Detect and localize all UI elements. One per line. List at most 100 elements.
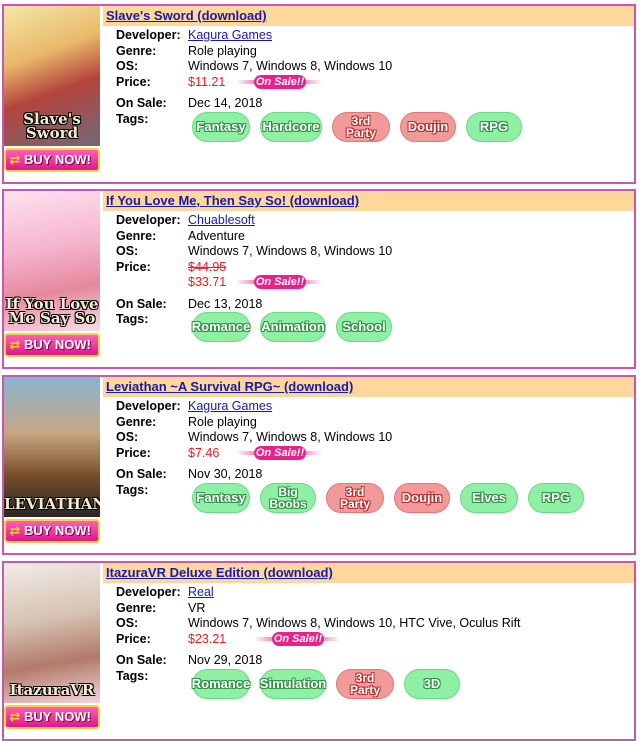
game-thumbnail[interactable]: If You Love Me Say So ⇄ BUY NOW! xyxy=(4,191,100,367)
on-sale-row: On Sale: Dec 13, 2018 xyxy=(116,297,634,313)
double-arrow-icon: ⇄ xyxy=(9,523,21,538)
on-sale-date: Dec 14, 2018 xyxy=(188,96,263,110)
game-title-link[interactable]: ItazuraVR Deluxe Edition (download) xyxy=(106,565,333,580)
tags-row: Tags: Romance Simulation 3rd Party 3D xyxy=(116,668,634,699)
game-info: Developer: Real Genre: VR OS: Windows 7, Wind… xyxy=(116,585,634,699)
tag-pill[interactable]: School xyxy=(336,312,392,342)
genre-value: VR xyxy=(188,600,206,615)
tag-text: Big Boobs xyxy=(269,484,307,511)
tag-pill[interactable]: Doujin xyxy=(394,482,450,513)
developer-row: Developer: Chuablesoft xyxy=(116,213,634,229)
tag-pill[interactable]: Simulation xyxy=(260,668,326,699)
field-label: Tags: xyxy=(116,312,149,326)
tag-pill[interactable]: Romance xyxy=(192,668,250,699)
tag-pill[interactable]: Fantasy xyxy=(192,482,250,513)
game-title-link[interactable]: Leviathan ~A Survival RPG~ (download) xyxy=(106,379,353,394)
game-thumbnail[interactable]: LEVIATHAN ⇄ BUY NOW! xyxy=(4,377,100,553)
tag-text: 3rd Party xyxy=(349,670,381,697)
cover-image[interactable]: Slave's Sword xyxy=(4,6,100,146)
sale-price-row: $33.71 On Sale!! xyxy=(116,275,634,291)
tag-pill[interactable]: 3D xyxy=(404,668,460,699)
field-label: Price: xyxy=(116,631,151,646)
developer-link[interactable]: Kagura Games xyxy=(188,28,272,44)
field-label: OS: xyxy=(116,616,139,630)
genre-row: Genre: Role playing xyxy=(116,415,634,431)
field-label: Genre: xyxy=(116,43,157,58)
os-row: OS: Windows 7, Windows 8, Windows 10 xyxy=(116,430,634,446)
double-arrow-icon: ⇄ xyxy=(9,152,21,167)
field-label: On Sale: xyxy=(116,296,167,311)
badge-label: On Sale!! xyxy=(254,445,306,460)
field-label: On Sale: xyxy=(116,96,167,110)
tag-pill[interactable]: Romance xyxy=(192,312,250,342)
os-value: Windows 7, Windows 8, Windows 10 xyxy=(188,59,393,73)
tag-pill[interactable]: Big Boobs xyxy=(260,482,316,513)
title-bar: If You Love Me, Then Say So! (download) xyxy=(103,191,634,211)
on-sale-date: Dec 13, 2018 xyxy=(188,296,263,311)
buy-now-button[interactable]: ⇄ BUY NOW! xyxy=(4,705,100,729)
game-thumbnail[interactable]: ItazuraVR ⇄ BUY NOW! xyxy=(4,563,100,739)
os-value: Windows 7, Windows 8, Windows 10 xyxy=(188,244,393,258)
tag-pill[interactable]: Elves xyxy=(460,482,518,513)
tag-pill[interactable]: 3rd Party xyxy=(326,482,384,513)
os-row: OS: Windows 7, Windows 8, Windows 10 xyxy=(116,59,634,75)
field-label: OS: xyxy=(116,244,139,258)
field-label: OS: xyxy=(116,59,139,73)
game-thumbnail[interactable]: Slave's Sword ⇄ BUY NOW! xyxy=(4,6,100,182)
tag-pill[interactable]: Fantasy xyxy=(192,111,250,142)
field-label: Developer: xyxy=(116,28,181,42)
tags-row: Tags: Fantasy Big Boobs 3rd Party Doujin Elves R… xyxy=(116,482,634,513)
buy-now-label: BUY NOW! xyxy=(24,337,91,352)
developer-link[interactable]: Real xyxy=(188,585,214,601)
price-row: Price: $23.21 On Sale!! xyxy=(116,631,634,648)
field-label: Genre: xyxy=(116,600,157,615)
tag-pill[interactable]: RPG xyxy=(528,482,584,513)
cover-image[interactable]: ItazuraVR xyxy=(4,563,100,703)
tag-pill[interactable]: RPG xyxy=(466,111,522,142)
developer-link[interactable]: Kagura Games xyxy=(188,399,272,415)
tag-pill[interactable]: Hardcore xyxy=(260,111,322,142)
on-sale-date: Nov 30, 2018 xyxy=(188,467,263,481)
developer-row: Developer: Real xyxy=(116,585,634,601)
buy-now-button[interactable]: ⇄ BUY NOW! xyxy=(4,519,100,543)
cover-title: If You Love Me Say So xyxy=(5,295,99,327)
tag-pill[interactable]: 3rd Party xyxy=(336,668,394,699)
badge-label: On Sale!! xyxy=(254,275,306,289)
original-price-row: Price: $44.95 xyxy=(116,260,634,276)
buy-now-label: BUY NOW! xyxy=(24,523,91,538)
tag-pill[interactable]: Animation xyxy=(260,312,326,342)
game-title-link[interactable]: If You Love Me, Then Say So! (download) xyxy=(106,193,359,208)
field-label: Tags: xyxy=(116,111,149,126)
cover-title: LEVIATHAN xyxy=(4,495,100,513)
original-price: $44.95 xyxy=(188,259,227,274)
buy-now-button[interactable]: ⇄ BUY NOW! xyxy=(4,333,100,357)
cover-image[interactable]: LEVIATHAN xyxy=(4,377,100,517)
field-label: Price: xyxy=(116,74,151,89)
on-sale-badge: On Sale!! xyxy=(236,445,322,460)
tag-pill[interactable]: Doujin xyxy=(400,111,456,142)
genre-row: Genre: Adventure xyxy=(116,229,634,245)
badge-label: On Sale!! xyxy=(272,631,324,646)
game-card: Slave's Sword ⇄ BUY NOW! Slave's Sword (dow… xyxy=(2,4,636,184)
game-title-link[interactable]: Slave's Sword (download) xyxy=(106,8,267,23)
buy-now-label: BUY NOW! xyxy=(24,709,91,724)
tag-pill[interactable]: 3rd Party xyxy=(332,111,390,142)
field-label: OS: xyxy=(116,430,139,444)
field-label: Genre: xyxy=(116,228,157,243)
on-sale-row: On Sale: Nov 30, 2018 xyxy=(116,467,634,483)
game-info: Developer: Kagura Games Genre: Role playing… xyxy=(116,399,634,513)
os-row: OS: Windows 7, Windows 8, Windows 10, HTC… xyxy=(116,616,634,632)
cover-image[interactable]: If You Love Me Say So xyxy=(4,191,100,331)
tag-text: 3rd Party xyxy=(339,484,371,511)
field-label: On Sale: xyxy=(116,467,167,481)
title-bar: Slave's Sword (download) xyxy=(103,6,634,26)
developer-link[interactable]: Chuablesoft xyxy=(188,213,255,229)
on-sale-badge: On Sale!! xyxy=(236,275,322,289)
field-label: Developer: xyxy=(116,213,181,227)
game-info: Developer: Chuablesoft Genre: Adventure OS: W… xyxy=(116,213,634,342)
double-arrow-icon: ⇄ xyxy=(9,709,21,724)
on-sale-date: Nov 29, 2018 xyxy=(188,653,263,667)
game-info: Developer: Kagura Games Genre: Role playing… xyxy=(116,28,634,142)
buy-now-button[interactable]: ⇄ BUY NOW! xyxy=(4,148,100,172)
on-sale-row: On Sale: Nov 29, 2018 xyxy=(116,653,634,669)
